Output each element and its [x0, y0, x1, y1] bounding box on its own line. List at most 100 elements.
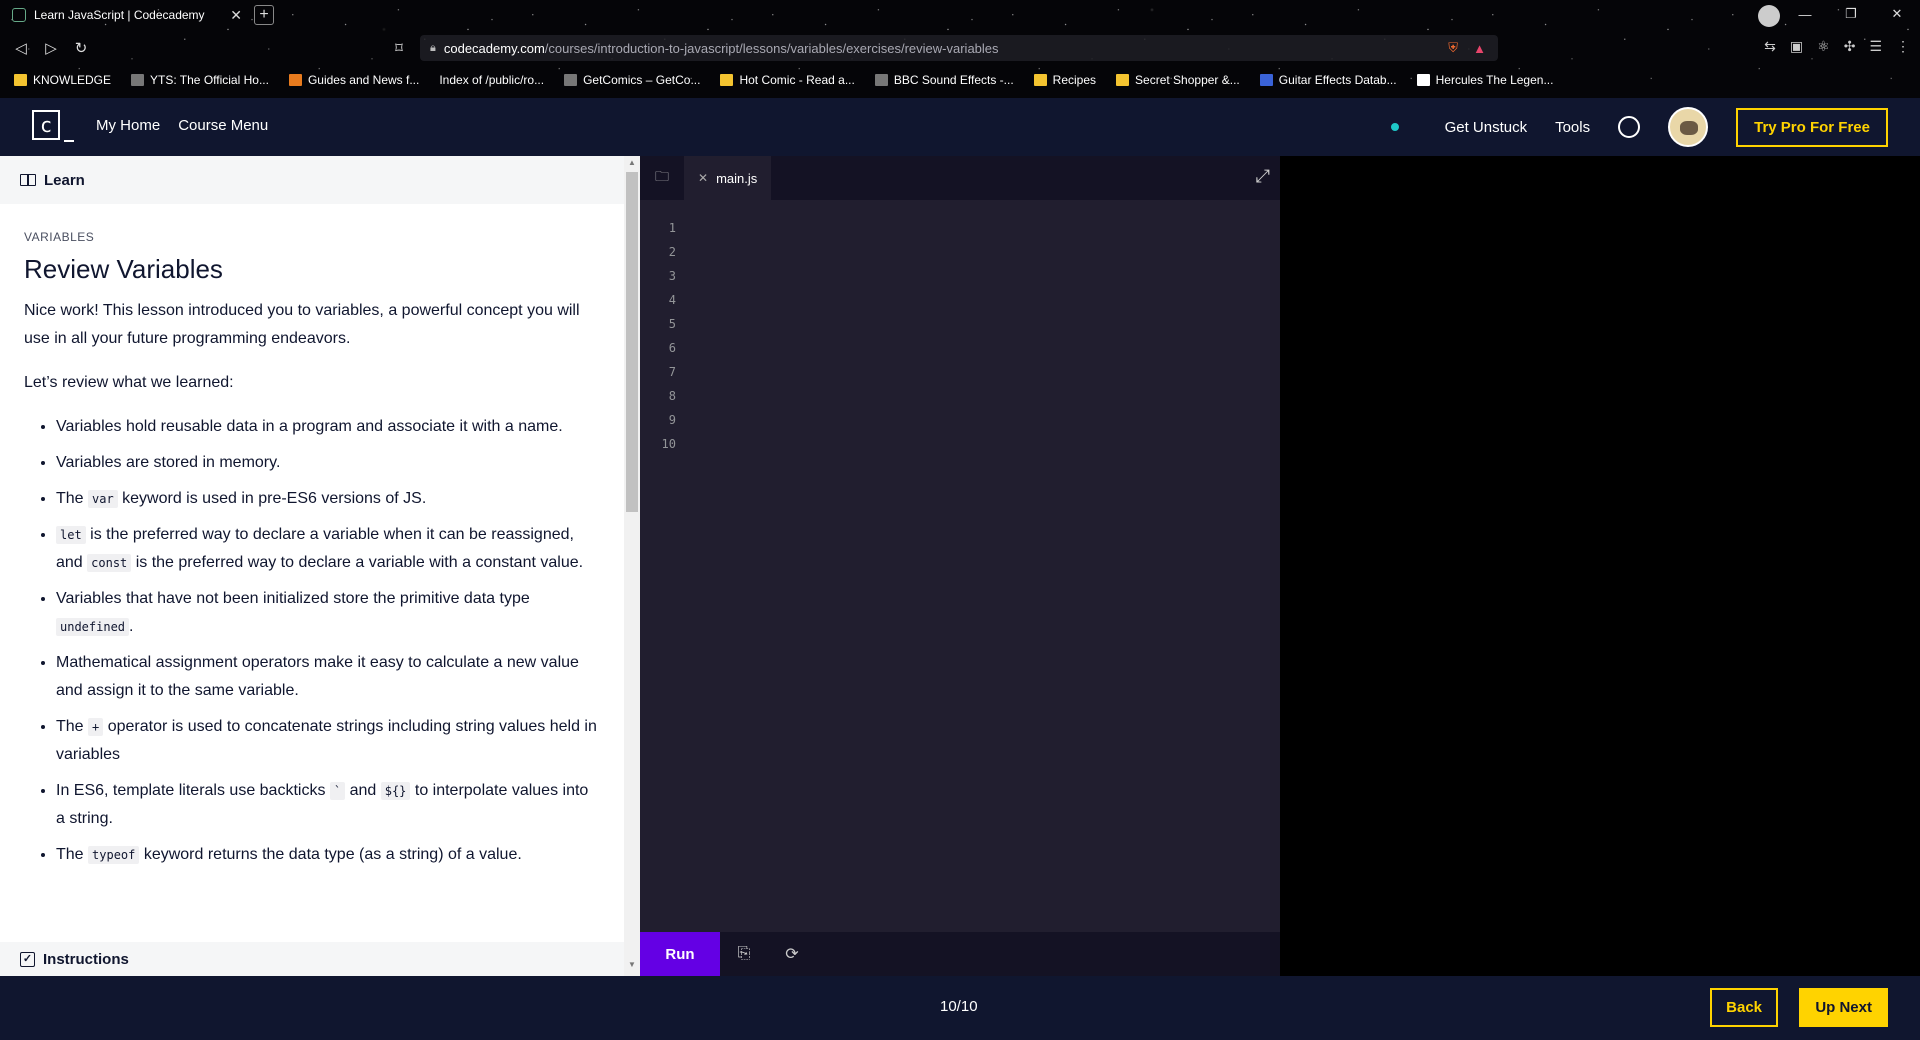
review-list: Variables hold reusable data in a progra…	[24, 413, 600, 869]
folder-icon	[14, 74, 27, 86]
reading-list-icon[interactable]: ☰	[1869, 38, 1882, 55]
reset-icon[interactable]: ⟳	[768, 944, 816, 964]
brave-shield-icon[interactable]: ⛨	[1448, 40, 1458, 56]
instructions-tab[interactable]: ✓ Instructions	[0, 942, 624, 976]
list-item: Variables that have not been initialized…	[56, 585, 600, 641]
bookmark-item[interactable]: YTS: The Official Ho...	[131, 73, 269, 87]
book-icon	[20, 174, 36, 186]
checkbox-icon: ✓	[20, 951, 35, 967]
expand-icon[interactable]: ⤢	[1256, 166, 1270, 187]
extensions-area: ⇆ ▣ ⚛ ✣ ☰ ⋮	[1764, 38, 1910, 55]
list-item: The var keyword is used in pre-ES6 versi…	[56, 485, 600, 513]
list-item: Variables are stored in memory.	[56, 449, 600, 477]
my-home-link[interactable]: My Home	[96, 117, 160, 134]
url-host: codecademy.com	[443, 40, 545, 56]
close-tab-icon[interactable]: ✕	[230, 7, 242, 24]
course-menu-link[interactable]: Course Menu	[178, 117, 268, 134]
maximize-icon[interactable]: ❐	[1828, 0, 1874, 28]
bookmark-item[interactable]: Hot Comic - Read a...	[720, 73, 855, 87]
browser-profile-icon[interactable]	[1758, 5, 1780, 27]
list-item: let is the preferred way to declare a va…	[56, 521, 600, 577]
list-item: Variables hold reusable data in a progra…	[56, 413, 600, 441]
extension-react-icon[interactable]: ⚛	[1817, 38, 1830, 55]
logo-letter: c	[32, 110, 60, 140]
browser-tab[interactable]: Learn JavaScript | Codecademy ✕	[4, 2, 250, 28]
codecademy-logo[interactable]: c	[32, 110, 74, 144]
browser-menu-icon[interactable]: ⋮	[1896, 38, 1910, 55]
guitar-icon	[1259, 74, 1273, 86]
inline-code: ${}	[380, 782, 411, 800]
back-nav-icon[interactable]: ◁	[6, 39, 36, 57]
bbc-icon	[874, 74, 888, 86]
guides-icon	[288, 74, 302, 86]
codecademy-favicon-icon	[12, 8, 26, 22]
alarm-clock-icon[interactable]	[1618, 116, 1641, 138]
close-window-icon[interactable]: ✕	[1874, 0, 1920, 28]
inline-code: let	[56, 526, 86, 544]
status-dot	[1390, 123, 1399, 131]
lesson-title: Review Variables	[24, 254, 223, 284]
browser-chrome: Learn JavaScript | Codecademy ✕ + — ❐ ✕ …	[0, 0, 1920, 98]
learn-panel: Learn VARIABLES Review Variables Nice wo…	[0, 156, 624, 976]
progress-counter: 10/10	[940, 998, 978, 1015]
bookmark-page-icon[interactable]: ⌑	[384, 39, 414, 57]
editor-footer: Run ⎘ ⟳	[640, 932, 1280, 976]
bookmark-item[interactable]: Index of /public/ro...	[439, 73, 544, 87]
extension-s-icon[interactable]: ▣	[1790, 38, 1803, 55]
close-file-icon[interactable]: ✕	[698, 171, 708, 185]
tab-title: Learn JavaScript | Codecademy	[34, 8, 205, 22]
try-pro-button[interactable]: Try Pro For Free	[1736, 107, 1888, 147]
address-bar[interactable]: 🔒︎ codecademy.com/courses/introduction-t…	[420, 35, 1498, 61]
scroll-up-icon[interactable]: ▲	[624, 158, 640, 172]
lesson-eyebrow: VARIABLES	[24, 230, 95, 244]
bookmark-item[interactable]: KNOWLEDGE	[14, 73, 111, 87]
getcomics-icon	[564, 74, 578, 86]
forward-nav-icon[interactable]: ▷	[36, 39, 66, 57]
lesson-footer: 10/10 Back Up Next	[0, 976, 1920, 1040]
minimize-icon[interactable]: —	[1782, 0, 1828, 28]
yts-icon	[131, 74, 145, 86]
copy-to-clipboard-icon[interactable]: ⎘	[720, 945, 768, 963]
file-tab-label: main.js	[716, 170, 758, 186]
bookmark-item[interactable]: Hercules The Legen...	[1416, 73, 1553, 87]
folder-icon[interactable]: 🗀︎	[640, 156, 684, 200]
back-button[interactable]: Back	[1710, 988, 1778, 1027]
bookmark-item[interactable]: BBC Sound Effects -...	[874, 73, 1014, 87]
brave-rewards-icon[interactable]: ▲	[1473, 41, 1486, 56]
extensions-puzzle-icon[interactable]: ✣	[1844, 38, 1856, 55]
code-editor: 🗀︎ ✕ main.js ⤢ 1 2 3 4 5 6 7 8 9 10 Run …	[640, 156, 1280, 976]
learn-tab-label: Learn	[44, 171, 85, 189]
scrollbar-thumb[interactable]	[626, 172, 638, 512]
extension-translate-icon[interactable]: ⇆	[1764, 38, 1776, 55]
new-tab-button[interactable]: +	[254, 5, 274, 25]
tools-link[interactable]: Tools	[1555, 119, 1590, 136]
reload-icon[interactable]: ↻	[66, 39, 96, 57]
up-next-button[interactable]: Up Next	[1799, 988, 1888, 1027]
bookmark-item[interactable]: GetComics – GetCo...	[564, 73, 700, 87]
scroll-down-icon[interactable]: ▼	[624, 960, 640, 974]
logo-underscore	[64, 140, 74, 142]
learn-tab[interactable]: Learn	[0, 156, 624, 204]
list-item: In ES6, template literals use backticks …	[56, 777, 600, 833]
avatar[interactable]	[1668, 107, 1709, 147]
bookmark-item[interactable]: Recipes	[1033, 73, 1096, 87]
lesson-content: VARIABLES Review Variables Nice work! Th…	[0, 204, 624, 914]
folder-icon	[1033, 74, 1047, 86]
line-numbers: 1 2 3 4 5 6 7 8 9 10	[661, 221, 676, 451]
bookmark-item[interactable]: Secret Shopper &...	[1116, 73, 1240, 87]
learn-scrollbar[interactable]: ▲ ▼	[624, 156, 640, 976]
folder-icon	[1116, 74, 1130, 86]
bookmark-item[interactable]: Guitar Effects Datab...	[1259, 73, 1397, 87]
output-panel	[1280, 156, 1920, 976]
hotcomic-icon	[720, 74, 734, 86]
file-tab-main-js[interactable]: ✕ main.js	[684, 156, 772, 200]
instructions-label: Instructions	[43, 950, 129, 968]
inline-code: +	[88, 718, 104, 736]
review-lead: Let’s review what we learned:	[24, 374, 234, 391]
lock-icon: 🔒︎	[430, 41, 436, 54]
bookmark-item[interactable]: Guides and News f...	[288, 73, 419, 87]
get-unstuck-link[interactable]: Get Unstuck	[1445, 119, 1528, 136]
run-button[interactable]: Run	[640, 932, 720, 976]
list-item: Mathematical assignment operators make i…	[56, 649, 600, 705]
inline-code: typeof	[88, 846, 140, 864]
